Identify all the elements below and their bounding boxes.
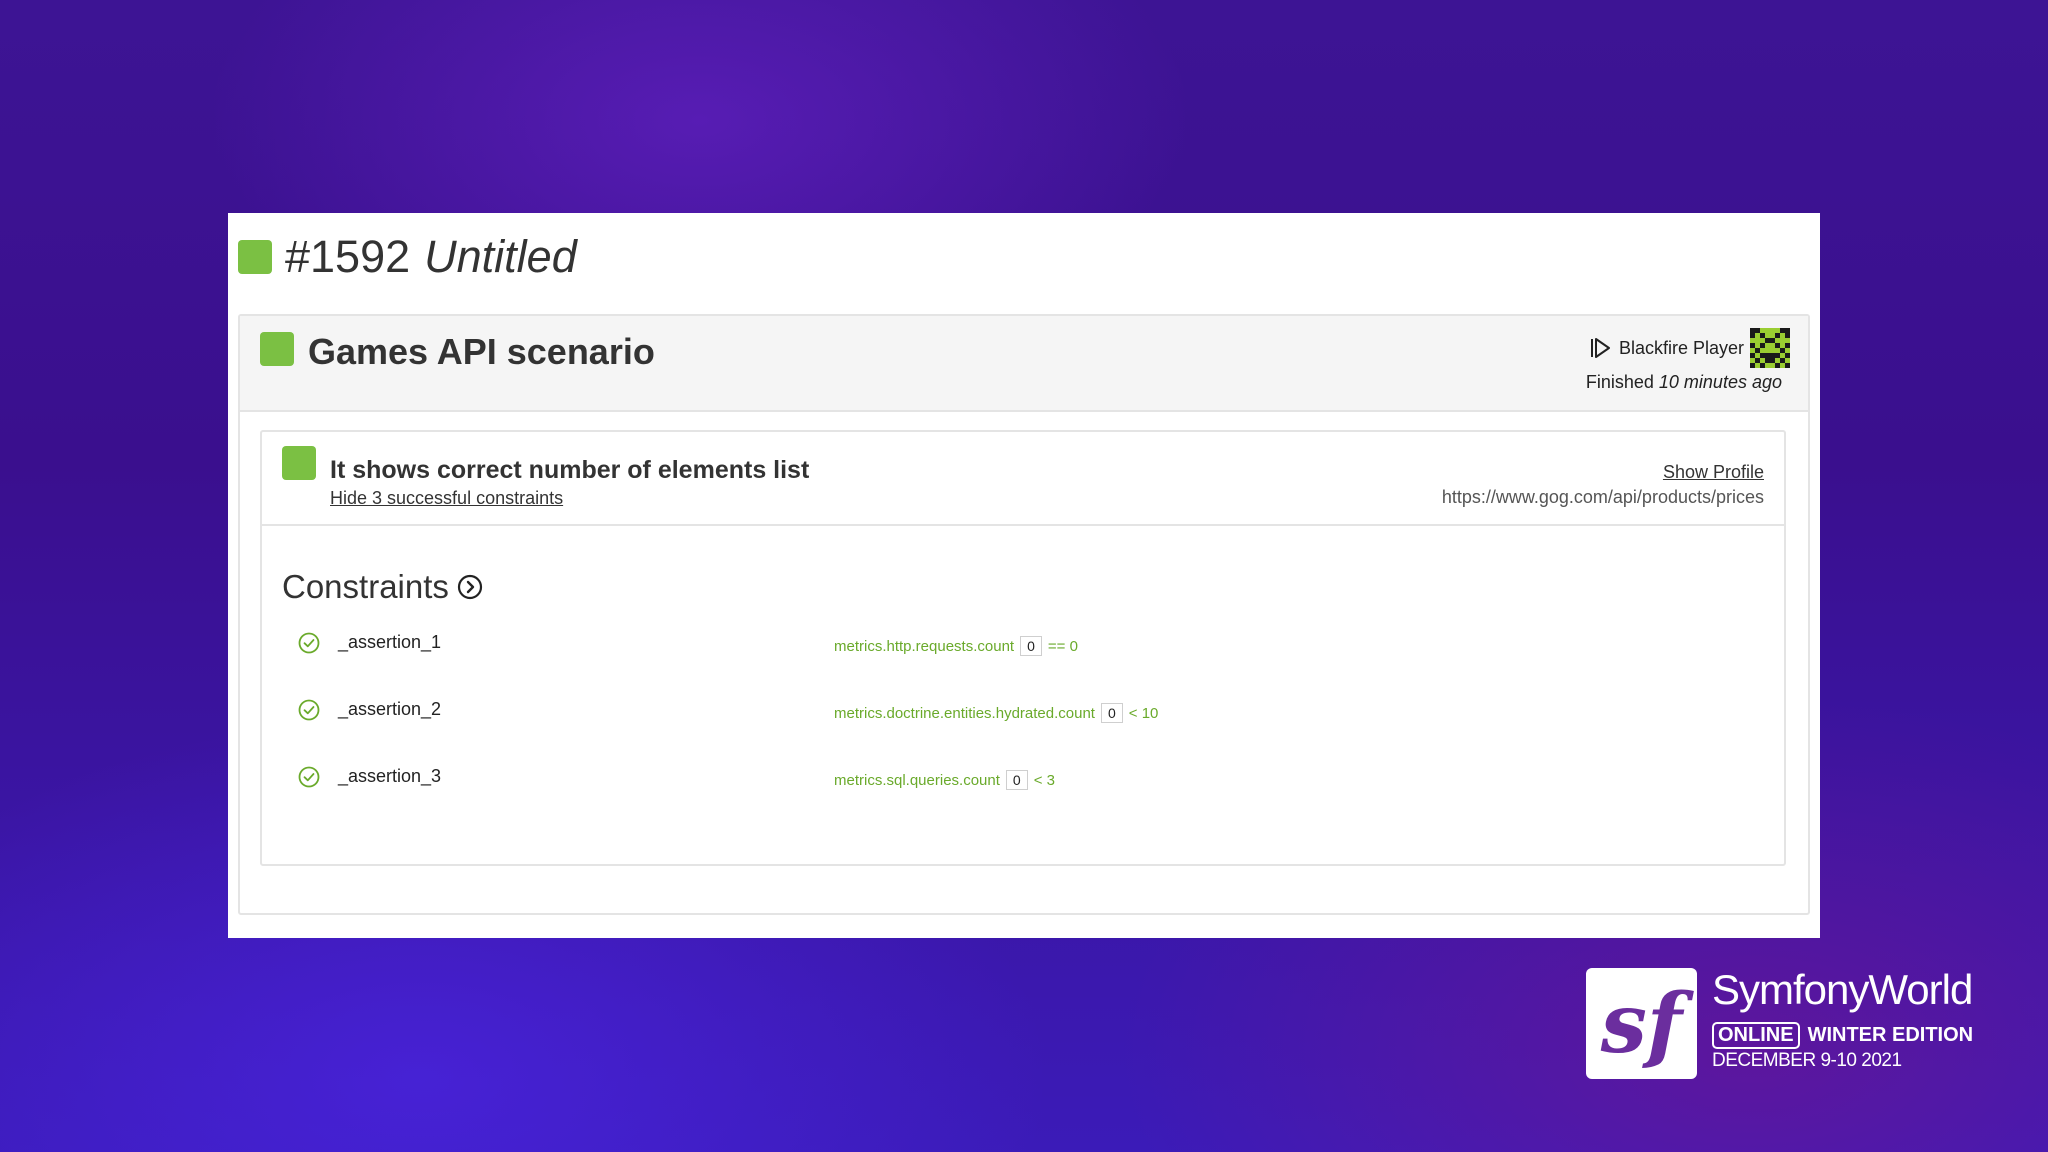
constraint-name: _assertion_3 [338,766,442,786]
event-edition: ONLINE WINTER EDITION [1712,1022,1973,1049]
player-label: Blackfire Player [1618,337,1744,358]
check-circle-icon [298,699,320,721]
event-dates: DECEMBER 9-10 2021 [1712,1050,1902,1071]
constraint-metric: metrics.doctrine.entities.hydrated.count [834,704,1095,722]
build-panel: #1592 Untitled Games API scenario Blackf… [228,213,1820,938]
play-icon [1590,338,1610,358]
scenario-header: Games API scenario Blackfire Player Fini… [240,316,1808,412]
build-title: #1592 Untitled [238,231,577,283]
player-info: Blackfire Player [1589,328,1790,368]
event-name: SymfonyWorld [1712,966,1973,1013]
constraint-expression: metrics.doctrine.entities.hydrated.count… [834,703,1158,723]
symfony-logo: sf [1586,968,1697,1079]
constraint-name: _assertion_1 [338,632,442,652]
constraints-title: Constraints [282,568,449,605]
build-number: #1592 [285,231,411,282]
finished-label: Finished [1585,372,1654,392]
finished-time: 10 minutes ago [1658,372,1782,392]
test-header: It shows correct number of elements list… [262,432,1784,526]
constraint-expression: metrics.sql.queries.count 0 < 3 [834,770,1055,790]
test-status-indicator [282,446,316,480]
constraints-heading: Constraints [282,568,483,606]
chevron-circle-icon[interactable] [457,574,483,600]
request-url: https://www.gog.com/api/products/prices [1441,487,1764,507]
finished-status: Finished 10 minutes ago [1586,372,1782,393]
constraint-expression: metrics.http.requests.count 0 == 0 [834,636,1078,656]
check-circle-icon [298,766,320,788]
scenario-card: Games API scenario Blackfire Player Fini… [238,314,1810,915]
constraint-row: _assertion_1 metrics.http.requests.count… [298,630,1758,658]
constraint-row: _assertion_3 metrics.sql.queries.count 0… [298,764,1758,792]
constraint-condition: < 10 [1128,704,1159,722]
hide-constraints-link[interactable]: Hide 3 successful constraints [330,488,563,509]
edition-label: WINTER EDITION [1807,1024,1974,1046]
test-card: It shows correct number of elements list… [260,430,1786,866]
constraint-value: 0 [1100,703,1123,723]
build-name: Untitled [424,231,577,282]
constraint-value: 0 [1020,636,1042,656]
constraint-name: _assertion_2 [338,699,442,719]
constraint-value: 0 [1005,770,1028,790]
avatar-icon[interactable] [1750,328,1790,368]
constraint-condition: == 0 [1047,637,1078,655]
show-profile-link[interactable]: Show Profile [1663,462,1764,483]
constraint-condition: < 3 [1033,771,1055,789]
constraint-row: _assertion_2 metrics.doctrine.entities.h… [298,697,1758,725]
scenario-title: Games API scenario [308,331,655,372]
build-status-indicator [238,240,272,274]
symfony-logo-letter: sf [1600,975,1683,1072]
scenario-status-indicator [260,332,294,366]
online-badge: ONLINE [1712,1022,1800,1049]
test-title: It shows correct number of elements list [330,456,810,484]
check-circle-icon [298,632,320,654]
constraint-metric: metrics.http.requests.count [834,637,1015,655]
constraint-metric: metrics.sql.queries.count [834,771,1000,789]
